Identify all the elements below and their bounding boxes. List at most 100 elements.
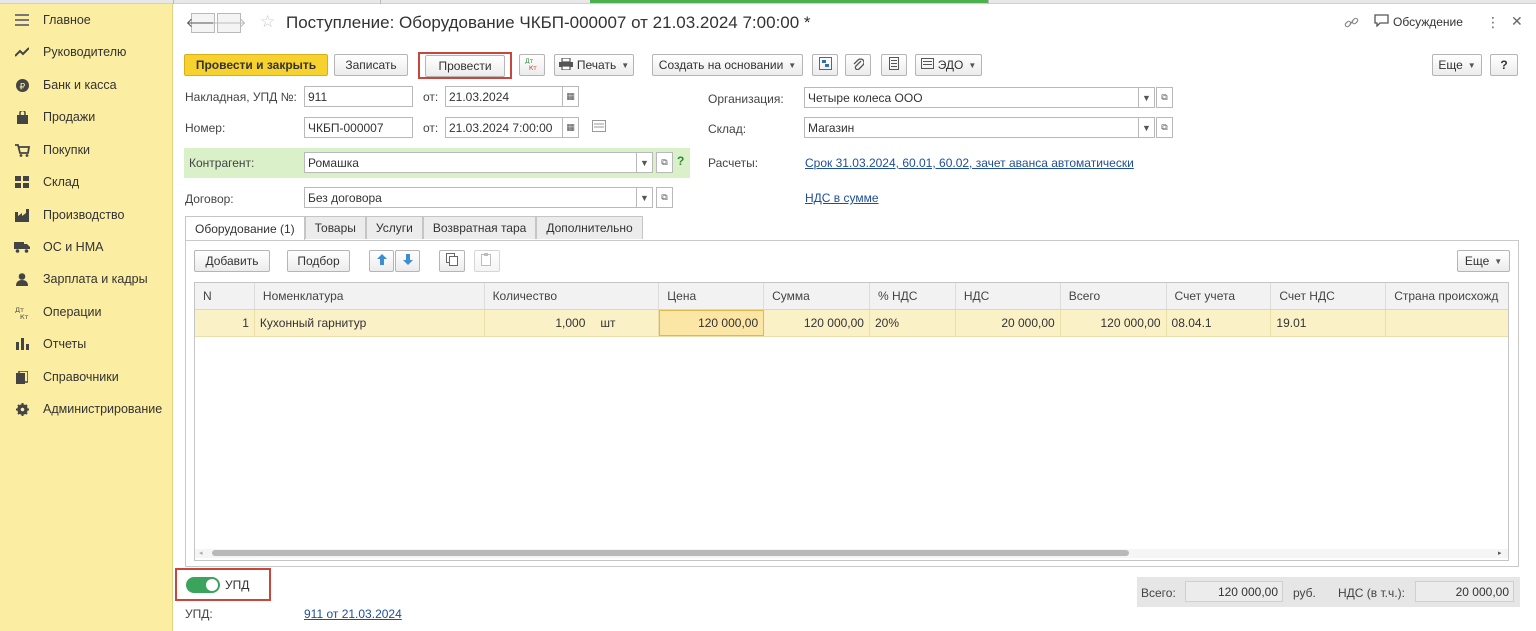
table-more-button[interactable]: Еще ▼ <box>1457 250 1510 272</box>
create-based-on-button[interactable]: Создать на основании ▼ <box>652 54 803 76</box>
settlements-link[interactable]: Срок 31.03.2024, 60.01, 60.02, зачет ава… <box>805 156 1134 170</box>
calendar-icon[interactable]: ▦ <box>562 117 579 138</box>
edo-button[interactable]: ЭДО ▼ <box>915 54 982 76</box>
dropdown-button[interactable]: ▼ <box>636 152 653 173</box>
sidebar-item-fixed-assets[interactable]: ОС и НМА <box>0 232 173 262</box>
counterparty-field[interactable]: Ромашка <box>304 152 637 173</box>
organization-field[interactable]: Четыре колеса ООО <box>804 87 1139 108</box>
sidebar-item-manager[interactable]: Руководителю <box>0 37 173 67</box>
close-icon[interactable]: ✕ <box>1511 13 1523 30</box>
toggle-switch[interactable] <box>186 577 220 593</box>
horizontal-scrollbar[interactable]: ◂ ▸ <box>195 549 1508 558</box>
contract-field[interactable]: Без договора <box>304 187 637 208</box>
column-header-total[interactable]: Всего <box>1061 283 1167 309</box>
post-and-close-button[interactable]: Провести и закрыть <box>184 54 328 76</box>
dropdown-button[interactable]: ▼ <box>1138 117 1155 138</box>
move-up-button[interactable] <box>369 250 394 272</box>
tab-equipment[interactable]: Оборудование (1) <box>185 216 305 240</box>
sidebar-item-purchases[interactable]: Покупки <box>0 135 173 165</box>
document-list-button[interactable] <box>881 54 907 76</box>
cell-item-extra[interactable] <box>450 310 485 336</box>
sidebar-item-sales[interactable]: Продажи <box>0 102 173 132</box>
open-icon[interactable]: ⧉ <box>656 152 673 173</box>
cell-unit[interactable]: шт <box>590 310 660 336</box>
column-header-price[interactable]: Цена <box>659 283 765 309</box>
sidebar-item-warehouse[interactable]: Склад <box>0 167 173 197</box>
print-button[interactable]: Печать ▼ <box>554 54 634 76</box>
discussion-button[interactable]: Обсуждение <box>1374 14 1463 30</box>
column-header-vat-account[interactable]: Счет НДС <box>1271 283 1387 309</box>
invoice-date-field[interactable]: 21.03.2024 <box>445 86 563 107</box>
column-header-n[interactable]: N <box>195 283 255 309</box>
open-icon[interactable]: ⧉ <box>1156 117 1173 138</box>
invoice-number-field[interactable]: 911 <box>304 86 413 107</box>
forward-button[interactable]: 🡒 <box>212 13 246 33</box>
attach-button[interactable] <box>845 54 871 76</box>
sidebar-item-payroll[interactable]: Зарплата и кадры <box>0 264 173 294</box>
cell-vat-account[interactable]: 19.01 <box>1271 310 1387 336</box>
more-label: Еще <box>1438 58 1463 72</box>
sidebar-item-bank[interactable]: ₽ Банк и касса <box>0 70 173 100</box>
column-header-quantity[interactable]: Количество <box>485 283 660 309</box>
cell-price[interactable]: 120 000,00 <box>659 310 765 336</box>
paste-rows-button[interactable] <box>474 250 500 272</box>
sidebar-item-production[interactable]: Производство <box>0 200 173 230</box>
document-number-field[interactable]: ЧКБП-000007 <box>304 117 413 138</box>
column-header-country[interactable]: Страна происхожд <box>1386 283 1508 309</box>
cell-vat-rate[interactable]: 20% <box>870 310 956 336</box>
invoice-label: Накладная, УПД №: <box>185 90 297 104</box>
cell-quantity[interactable]: 1,000 <box>485 310 591 336</box>
dropdown-button[interactable]: ▼ <box>636 187 653 208</box>
tab-additional[interactable]: Дополнительно <box>536 216 643 239</box>
warehouse-field[interactable]: Магазин <box>804 117 1139 138</box>
more-vertical-icon[interactable]: ⋮ <box>1486 14 1500 31</box>
table-row[interactable]: 1 Кухонный гарнитур 1,000 шт 120 000,00 … <box>195 310 1508 337</box>
sidebar-item-administration[interactable]: Администрирование <box>0 394 173 424</box>
sidebar-item-reports[interactable]: Отчеты <box>0 329 173 359</box>
column-header-account[interactable]: Счет учета <box>1167 283 1272 309</box>
column-header-sum[interactable]: Сумма <box>764 283 870 309</box>
sidebar-item-directories[interactable]: Справочники <box>0 362 173 392</box>
copy-row-button[interactable] <box>439 250 465 272</box>
active-window-tab[interactable] <box>590 0 988 3</box>
calendar-icon[interactable]: ▦ <box>562 86 579 107</box>
sidebar-item-main[interactable]: Главное <box>0 5 173 35</box>
tab-goods[interactable]: Товары <box>304 216 366 239</box>
cell-country[interactable] <box>1386 310 1508 336</box>
cell-account[interactable]: 08.04.1 <box>1167 310 1272 336</box>
structure-button[interactable] <box>812 54 838 76</box>
tab-services[interactable]: Услуги <box>365 216 423 239</box>
column-header-vat-rate[interactable]: % НДС <box>870 283 956 309</box>
tab-returnable-packaging[interactable]: Возвратная тара <box>422 216 537 239</box>
help-question-icon[interactable]: ? <box>677 154 684 168</box>
open-icon[interactable]: ⧉ <box>656 187 673 208</box>
document-date-field[interactable]: 21.03.2024 7:00:00 <box>445 117 563 138</box>
sidebar-item-label: Отчеты <box>43 337 87 351</box>
open-icon[interactable]: ⧉ <box>1156 87 1173 108</box>
post-button[interactable]: Провести <box>425 55 505 77</box>
link-icon[interactable] <box>1344 15 1359 33</box>
dropdown-button[interactable]: ▼ <box>1138 87 1155 108</box>
cell-sum[interactable]: 120 000,00 <box>764 310 870 336</box>
add-row-button[interactable]: Добавить <box>194 250 270 272</box>
cell-item[interactable]: Кухонный гарнитур <box>255 310 450 336</box>
upd-document-link[interactable]: 911 от 21.03.2024 <box>304 607 402 621</box>
scrollbar-thumb[interactable] <box>212 550 1129 556</box>
vat-mode-link[interactable]: НДС в сумме <box>805 191 879 205</box>
comment-icon[interactable] <box>592 120 606 135</box>
pick-button[interactable]: Подбор <box>287 250 350 272</box>
more-button[interactable]: Еще ▼ <box>1432 54 1482 76</box>
chat-icon <box>1374 14 1389 30</box>
column-header-item[interactable]: Номенклатура <box>255 283 485 309</box>
favorite-star-icon[interactable]: ☆ <box>260 12 275 32</box>
scroll-right-icon[interactable]: ▸ <box>1498 549 1502 557</box>
scroll-left-icon[interactable]: ◂ <box>199 549 203 557</box>
move-down-button[interactable] <box>395 250 420 272</box>
upd-toggle[interactable]: УПД <box>186 577 249 593</box>
help-button[interactable]: ? <box>1490 54 1518 76</box>
dtkt-button[interactable]: Дт Кт <box>519 54 545 76</box>
column-header-vat[interactable]: НДС <box>956 283 1061 309</box>
cell-vat[interactable]: 20 000,00 <box>956 310 1061 336</box>
sidebar-item-operations[interactable]: Дт Кт Операции <box>0 297 173 327</box>
save-button[interactable]: Записать <box>334 54 408 76</box>
